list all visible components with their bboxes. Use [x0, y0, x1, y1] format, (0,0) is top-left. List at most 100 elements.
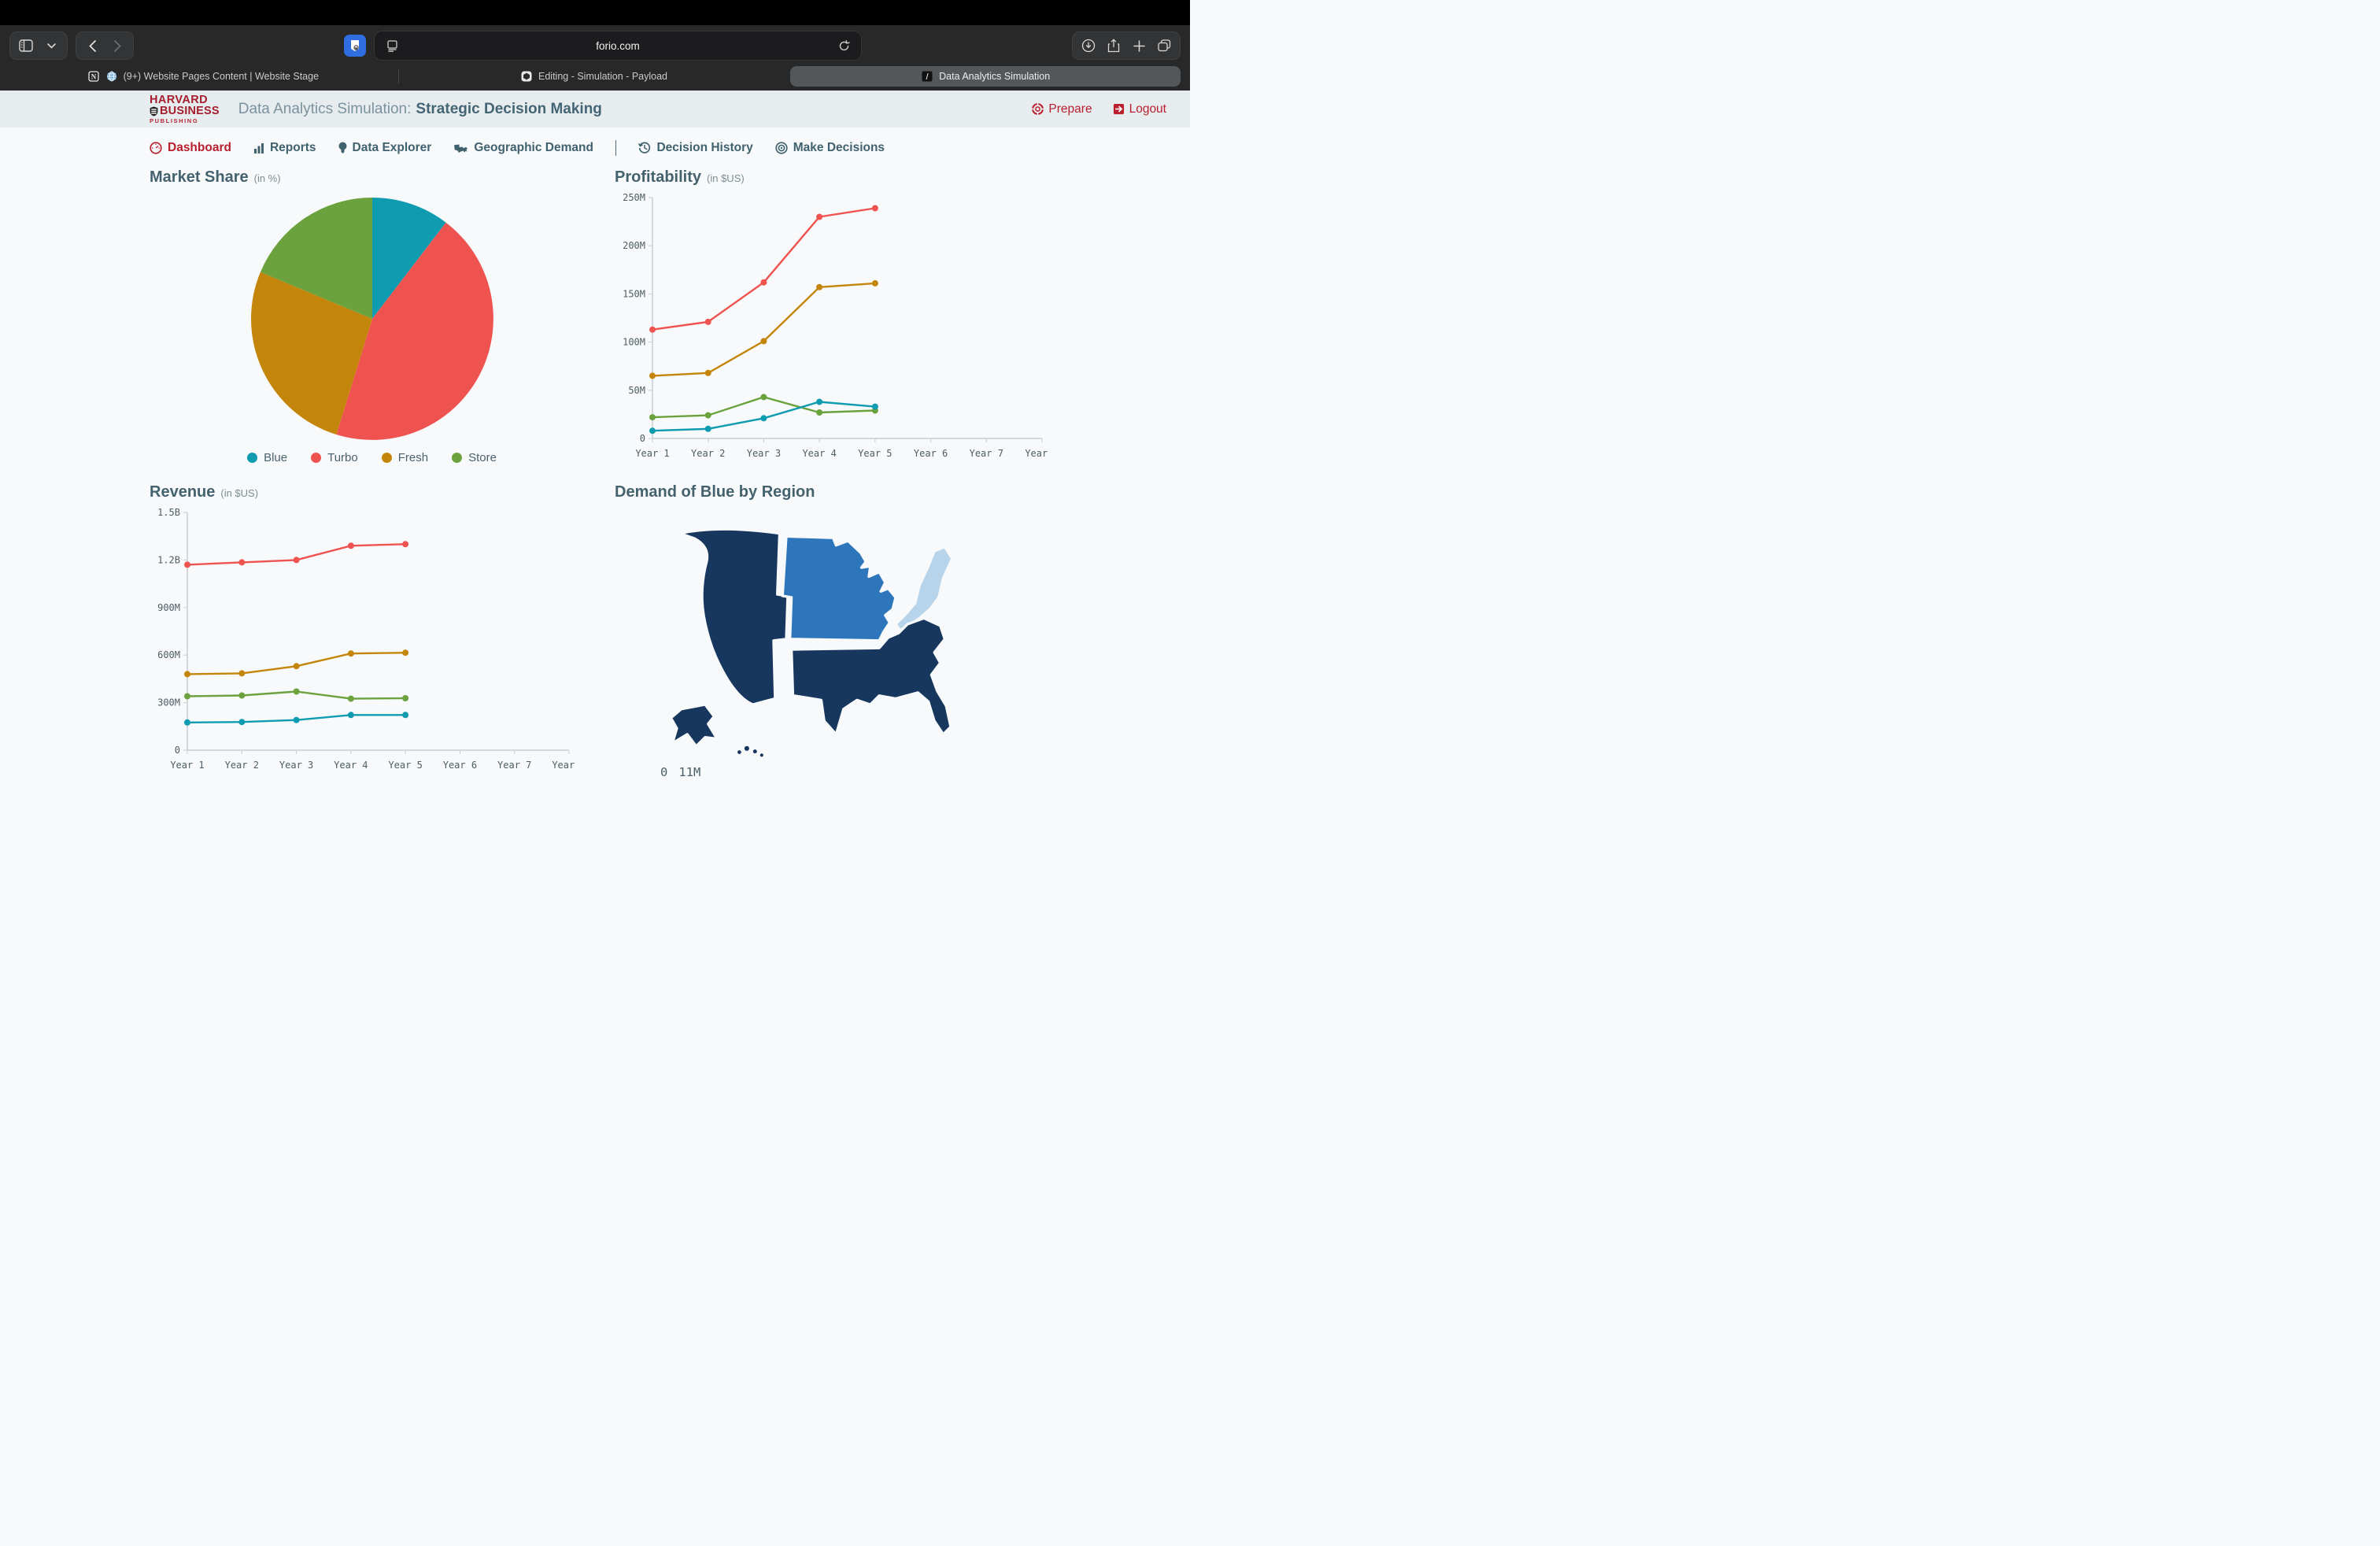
svg-text:1.2B: 1.2B	[157, 554, 180, 565]
back-button[interactable]	[84, 38, 100, 54]
url-text[interactable]: forio.com	[375, 40, 861, 52]
browser-toolbar: forio.com	[0, 25, 1190, 66]
window-actions-group	[1072, 31, 1181, 60]
svg-text:Year 3: Year 3	[279, 760, 313, 771]
us-map-icon	[453, 143, 468, 153]
svg-text:Year 2: Year 2	[225, 760, 259, 771]
share-icon[interactable]	[1106, 38, 1122, 54]
profitability-line-chart[interactable]: 050M100M150M200M250MYear 1Year 2Year 3Ye…	[615, 187, 1051, 472]
logo-line3: PUBLISHING	[150, 118, 220, 124]
nav-label: Dashboard	[168, 141, 231, 155]
nav-item-data-explorer[interactable]: Data Explorer	[338, 141, 432, 155]
svg-text:200M: 200M	[623, 240, 645, 251]
legend-label: Fresh	[398, 451, 428, 464]
tab-bar: N (9+) Website Pages Content | Website S…	[0, 66, 1190, 91]
nav-label: Reports	[270, 141, 316, 155]
logo-line1: HARVARD	[150, 94, 220, 106]
map-scale-labels: 0 11M	[660, 765, 1056, 779]
market-share-title: Market Share	[150, 168, 249, 187]
prepare-label: Prepare	[1048, 102, 1092, 117]
svg-text:600M: 600M	[157, 649, 180, 660]
map-region-west[interactable]	[680, 529, 788, 705]
map-region-midwest[interactable]	[782, 536, 896, 640]
revenue-unit: (in $US)	[220, 487, 258, 499]
map-scale-max: 11M	[678, 765, 700, 779]
nav-separator	[615, 140, 617, 156]
svg-text:300M: 300M	[157, 697, 180, 708]
site-header: HARVARD BUSINESS PUBLISHING Data Analyti…	[0, 91, 1190, 128]
logo-line2: BUSINESS	[160, 105, 220, 117]
svg-text:Year 7: Year 7	[970, 448, 1003, 459]
svg-text:50M: 50M	[628, 385, 645, 396]
svg-text:0: 0	[640, 433, 645, 444]
us-demand-map[interactable]	[623, 514, 1032, 760]
tab-title: Editing - Simulation - Payload	[538, 71, 667, 82]
nav-label: Geographic Demand	[474, 141, 593, 155]
profitability-title: Profitability	[615, 168, 701, 187]
dashboard-content: Market Share (in %) BlueTurboFreshStore …	[0, 165, 1190, 787]
svg-text:Year 2: Year 2	[691, 448, 725, 459]
legend-label: Turbo	[327, 451, 358, 464]
legend-dot	[452, 453, 462, 463]
history-clock-icon	[638, 142, 651, 154]
forio-icon: /	[921, 70, 933, 83]
page-title-prefix: Data Analytics Simulation:	[238, 101, 412, 117]
svg-text:Year 4: Year 4	[802, 448, 836, 459]
tab-payload-editing[interactable]: Editing - Simulation - Payload	[399, 66, 789, 87]
nav-item-dashboard[interactable]: Dashboard	[150, 141, 231, 155]
notion-icon: N	[87, 70, 100, 83]
map-region-hawaii[interactable]	[737, 746, 763, 757]
downloads-icon[interactable]	[1081, 38, 1096, 54]
address-bar[interactable]: forio.com	[374, 31, 862, 61]
legend-label: Blue	[264, 451, 287, 464]
nav-label: Data Explorer	[353, 141, 432, 155]
logout-link[interactable]: Logout	[1113, 102, 1166, 117]
legend-dot	[311, 453, 321, 463]
sidebar-toggle-icon[interactable]	[18, 38, 34, 54]
legend-label: Store	[468, 451, 497, 464]
nav-item-reports[interactable]: Reports	[253, 141, 316, 155]
svg-text:Year 3: Year 3	[747, 448, 781, 459]
nav-label: Decision History	[656, 141, 752, 155]
password-extension-icon[interactable]	[344, 35, 366, 57]
nav-label: Make Decisions	[793, 141, 885, 155]
history-nav-group	[76, 31, 134, 60]
map-region-alaska[interactable]	[671, 705, 717, 746]
tab-title: (9+) Website Pages Content | Website Sta…	[124, 71, 319, 82]
map-scale-min: 0	[660, 765, 667, 779]
svg-text:150M: 150M	[623, 288, 645, 299]
chevron-down-icon[interactable]	[43, 38, 59, 54]
nav-item-geographic-demand[interactable]: Geographic Demand	[453, 141, 593, 155]
tab-website-pages[interactable]: N (9+) Website Pages Content | Website S…	[8, 66, 398, 87]
bullseye-icon	[775, 142, 788, 154]
nav-item-make-decisions[interactable]: Make Decisions	[775, 141, 885, 155]
legend-item-blue[interactable]: Blue	[247, 451, 287, 464]
harvard-business-publishing-logo: HARVARD BUSINESS PUBLISHING	[150, 94, 220, 124]
legend-item-store[interactable]: Store	[452, 451, 497, 464]
market-share-pie-chart[interactable]	[249, 196, 495, 442]
revenue-card: Revenue (in $US) 0300M600M900M1.2B1.5BYe…	[150, 483, 594, 787]
life-ring-icon	[1032, 103, 1044, 115]
legend-item-fresh[interactable]: Fresh	[382, 451, 428, 464]
svg-text:Year 7: Year 7	[497, 760, 531, 771]
prepare-link[interactable]: Prepare	[1032, 102, 1092, 117]
forward-button[interactable]	[109, 38, 125, 54]
tab-overview-icon[interactable]	[1156, 38, 1172, 54]
legend-item-turbo[interactable]: Turbo	[311, 451, 358, 464]
tab-title: Data Analytics Simulation	[939, 71, 1050, 82]
page-title-main: Strategic Decision Making	[416, 101, 602, 117]
market-share-legend: Blue Turbo Fresh Store	[150, 451, 594, 464]
nav-item-decision-history[interactable]: Decision History	[638, 141, 752, 155]
tab-data-analytics-active[interactable]: / Data Analytics Simulation	[790, 66, 1181, 87]
sidebar-button-group[interactable]	[9, 31, 68, 60]
macos-menu-bar	[0, 0, 1190, 25]
svg-text:Year 6: Year 6	[443, 760, 477, 771]
legend-dot	[247, 453, 257, 463]
new-tab-icon[interactable]	[1131, 38, 1147, 54]
page-title: Data Analytics Simulation:Strategic Deci…	[238, 101, 602, 118]
revenue-line-chart[interactable]: 0300M600M900M1.2B1.5BYear 1Year 2Year 3Y…	[150, 501, 578, 783]
profitability-card: Profitability (in $US) 050M100M150M200M2…	[615, 168, 1056, 475]
demand-map-card: Demand of Blue by Region 0 11M	[615, 483, 1056, 787]
lightbulb-icon	[338, 142, 347, 154]
svg-text:N: N	[91, 73, 96, 81]
